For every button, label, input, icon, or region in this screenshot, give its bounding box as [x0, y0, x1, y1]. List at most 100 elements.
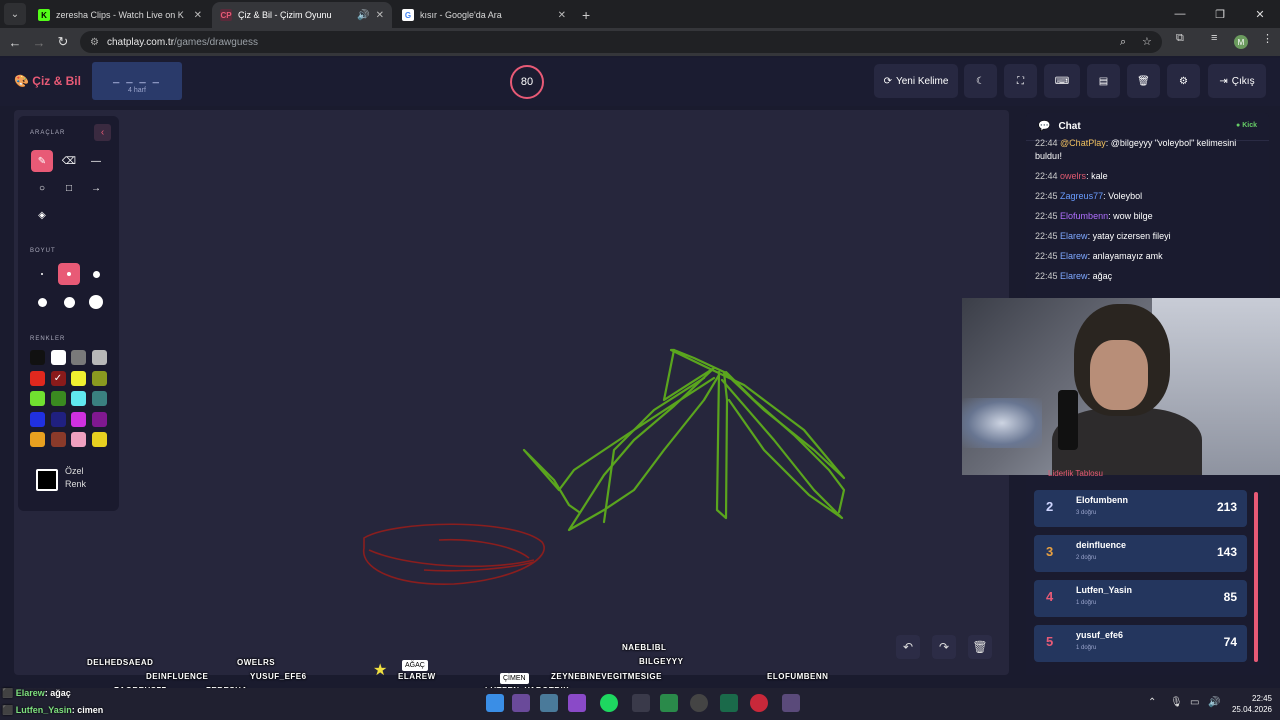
color-swatch[interactable] — [50, 432, 66, 447]
browser-tab-kick[interactable]: K zeresha Clips - Watch Live on K ✕ — [30, 2, 210, 28]
circle-tool[interactable]: ○ — [31, 177, 53, 199]
leaderboard-scrollbar[interactable] — [1254, 492, 1258, 662]
redo-button[interactable]: ↷ — [932, 635, 956, 659]
chat-user[interactable]: Elarew — [1060, 251, 1088, 261]
size-option-l[interactable] — [31, 291, 53, 313]
eraser-tool[interactable]: ⌫ — [58, 150, 80, 172]
color-swatch[interactable] — [71, 391, 86, 406]
color-swatch[interactable] — [91, 370, 107, 386]
close-window-icon[interactable]: ✕ — [1240, 0, 1280, 28]
chat-user[interactable]: @ChatPlay — [1060, 138, 1106, 148]
color-swatch[interactable] — [30, 391, 45, 406]
exit-button[interactable]: ⇥ Çıkış — [1208, 64, 1266, 98]
browser-menu-icon[interactable]: ⋮ — [1262, 32, 1273, 45]
dark-mode-button[interactable]: ☾ — [964, 64, 997, 98]
color-swatch[interactable] — [30, 411, 45, 427]
color-swatch[interactable] — [71, 370, 86, 386]
keyboard-button[interactable]: ⌨ — [1044, 64, 1080, 98]
tab-search-icon[interactable]: ⌄ — [4, 3, 26, 25]
tab-close-icon[interactable]: ✕ — [558, 10, 566, 21]
taskbar-app-icon[interactable] — [540, 694, 558, 712]
microphone-icon[interactable]: 🎙 — [1170, 697, 1183, 708]
rectangle-tool[interactable]: □ — [58, 177, 80, 199]
spotify-icon[interactable] — [600, 694, 618, 712]
collapse-panel-button[interactable]: ‹ — [94, 124, 111, 141]
profile-avatar[interactable]: M — [1234, 35, 1248, 49]
drawing-canvas[interactable] — [14, 110, 1009, 675]
archive-button[interactable]: ▤ — [1087, 64, 1120, 98]
size-option-m[interactable] — [85, 263, 107, 285]
tab-close-icon[interactable]: ✕ — [194, 10, 202, 21]
taskbar-app-icon[interactable] — [568, 694, 586, 712]
network-icon[interactable]: ▭ — [1190, 697, 1199, 708]
taskbar-app-icon[interactable] — [750, 694, 768, 712]
clear-all-button[interactable]: 🗑 — [1127, 64, 1160, 98]
browser-tab-cizbil[interactable]: CP Çiz & Bil - Çizim Oyunu 🔊 ✕ — [212, 2, 392, 28]
chat-user[interactable]: owelrs — [1060, 171, 1086, 181]
color-swatch[interactable] — [30, 370, 45, 386]
browser-tab-google[interactable]: G kısır - Google'da Ara ✕ — [394, 2, 574, 28]
taskbar-app-icon[interactable] — [720, 694, 738, 712]
overlay-viewer-name: ELOFUMBENN — [767, 672, 829, 681]
windows-start-icon[interactable] — [486, 694, 504, 712]
size-option-xl[interactable] — [58, 291, 80, 313]
site-info-icon[interactable]: ⚙ — [90, 37, 99, 48]
new-word-button[interactable]: ⟳ Yeni Kelime — [874, 64, 958, 98]
chrome-icon[interactable] — [660, 694, 678, 712]
color-swatch[interactable] — [91, 350, 107, 365]
chat-text: : anlayamayız amk — [1087, 251, 1163, 261]
line-tool[interactable]: — — [85, 150, 107, 172]
pen-tool[interactable]: ✎ — [31, 150, 53, 172]
volume-icon[interactable]: 🔊 — [1208, 697, 1220, 708]
tray-chevron-icon[interactable]: ⌃ — [1148, 697, 1156, 708]
taskbar-app-icon[interactable] — [512, 694, 530, 712]
color-swatch[interactable] — [71, 432, 86, 447]
clear-canvas-button[interactable]: 🗑 — [968, 635, 992, 659]
zoom-icon[interactable]: ⌕ — [1120, 31, 1126, 53]
minimize-icon[interactable]: — — [1160, 0, 1200, 28]
extensions-icon[interactable]: ⧉ — [1176, 32, 1184, 45]
color-swatch[interactable] — [91, 432, 107, 447]
custom-color-label[interactable]: Özel Renk — [65, 465, 86, 491]
custom-color-swatch[interactable] — [36, 469, 58, 491]
color-swatch[interactable] — [91, 411, 107, 427]
chat-user[interactable]: Elofumbenn — [1060, 211, 1108, 221]
player-name: Elofumbenn — [1076, 495, 1128, 505]
color-swatch[interactable] — [50, 411, 66, 427]
system-clock[interactable]: 22:45 25.04.2026 — [1226, 693, 1272, 715]
media-icon[interactable]: ≡ — [1211, 32, 1217, 44]
chat-user[interactable]: Zagreus77 — [1060, 191, 1103, 201]
obs-icon[interactable] — [690, 694, 708, 712]
taskbar-app-icon[interactable] — [782, 694, 800, 712]
fill-tool[interactable]: ◈ — [31, 204, 53, 226]
undo-button[interactable]: ↶ — [896, 635, 920, 659]
tab-audio-icon[interactable]: 🔊 — [357, 10, 369, 21]
chat-user[interactable]: Elarew — [1060, 231, 1088, 241]
chat-user[interactable]: Elarew — [1060, 271, 1088, 281]
size-option-xxl[interactable] — [85, 291, 107, 313]
address-bar[interactable]: ⚙ chatplay.com.tr/games/drawguess ⌕ ☆ — [80, 31, 1162, 53]
color-swatch[interactable] — [30, 432, 45, 447]
color-swatch[interactable] — [50, 391, 66, 406]
color-swatch[interactable] — [50, 350, 66, 365]
app-logo[interactable]: 🎨 Çiz & Bil — [14, 74, 81, 88]
forward-icon[interactable]: → — [27, 35, 51, 50]
maximize-icon[interactable]: ❐ — [1200, 0, 1240, 28]
bookmark-star-icon[interactable]: ☆ — [1142, 31, 1152, 53]
fullscreen-button[interactable]: ⛶ — [1004, 64, 1037, 98]
arrow-tool[interactable]: → — [85, 177, 107, 199]
chat-messages: 22:44 @ChatPlay: @bilgeyyy "voleybol" ke… — [1026, 137, 1269, 283]
color-swatch[interactable] — [30, 350, 45, 365]
reload-icon[interactable]: ↻ — [51, 34, 75, 50]
color-swatch[interactable] — [71, 411, 86, 427]
back-icon[interactable]: ← — [3, 35, 27, 50]
settings-button[interactable]: ⚙ — [1167, 64, 1200, 98]
color-swatch[interactable] — [71, 350, 86, 365]
tab-close-icon[interactable]: ✕ — [376, 10, 384, 21]
size-option-xs[interactable] — [31, 263, 53, 285]
color-swatch[interactable] — [91, 391, 107, 406]
size-option-s[interactable] — [58, 263, 80, 285]
new-tab-icon[interactable]: + — [582, 7, 590, 23]
taskbar-app-icon[interactable] — [632, 694, 650, 712]
color-swatch[interactable]: ✓ — [50, 370, 66, 386]
